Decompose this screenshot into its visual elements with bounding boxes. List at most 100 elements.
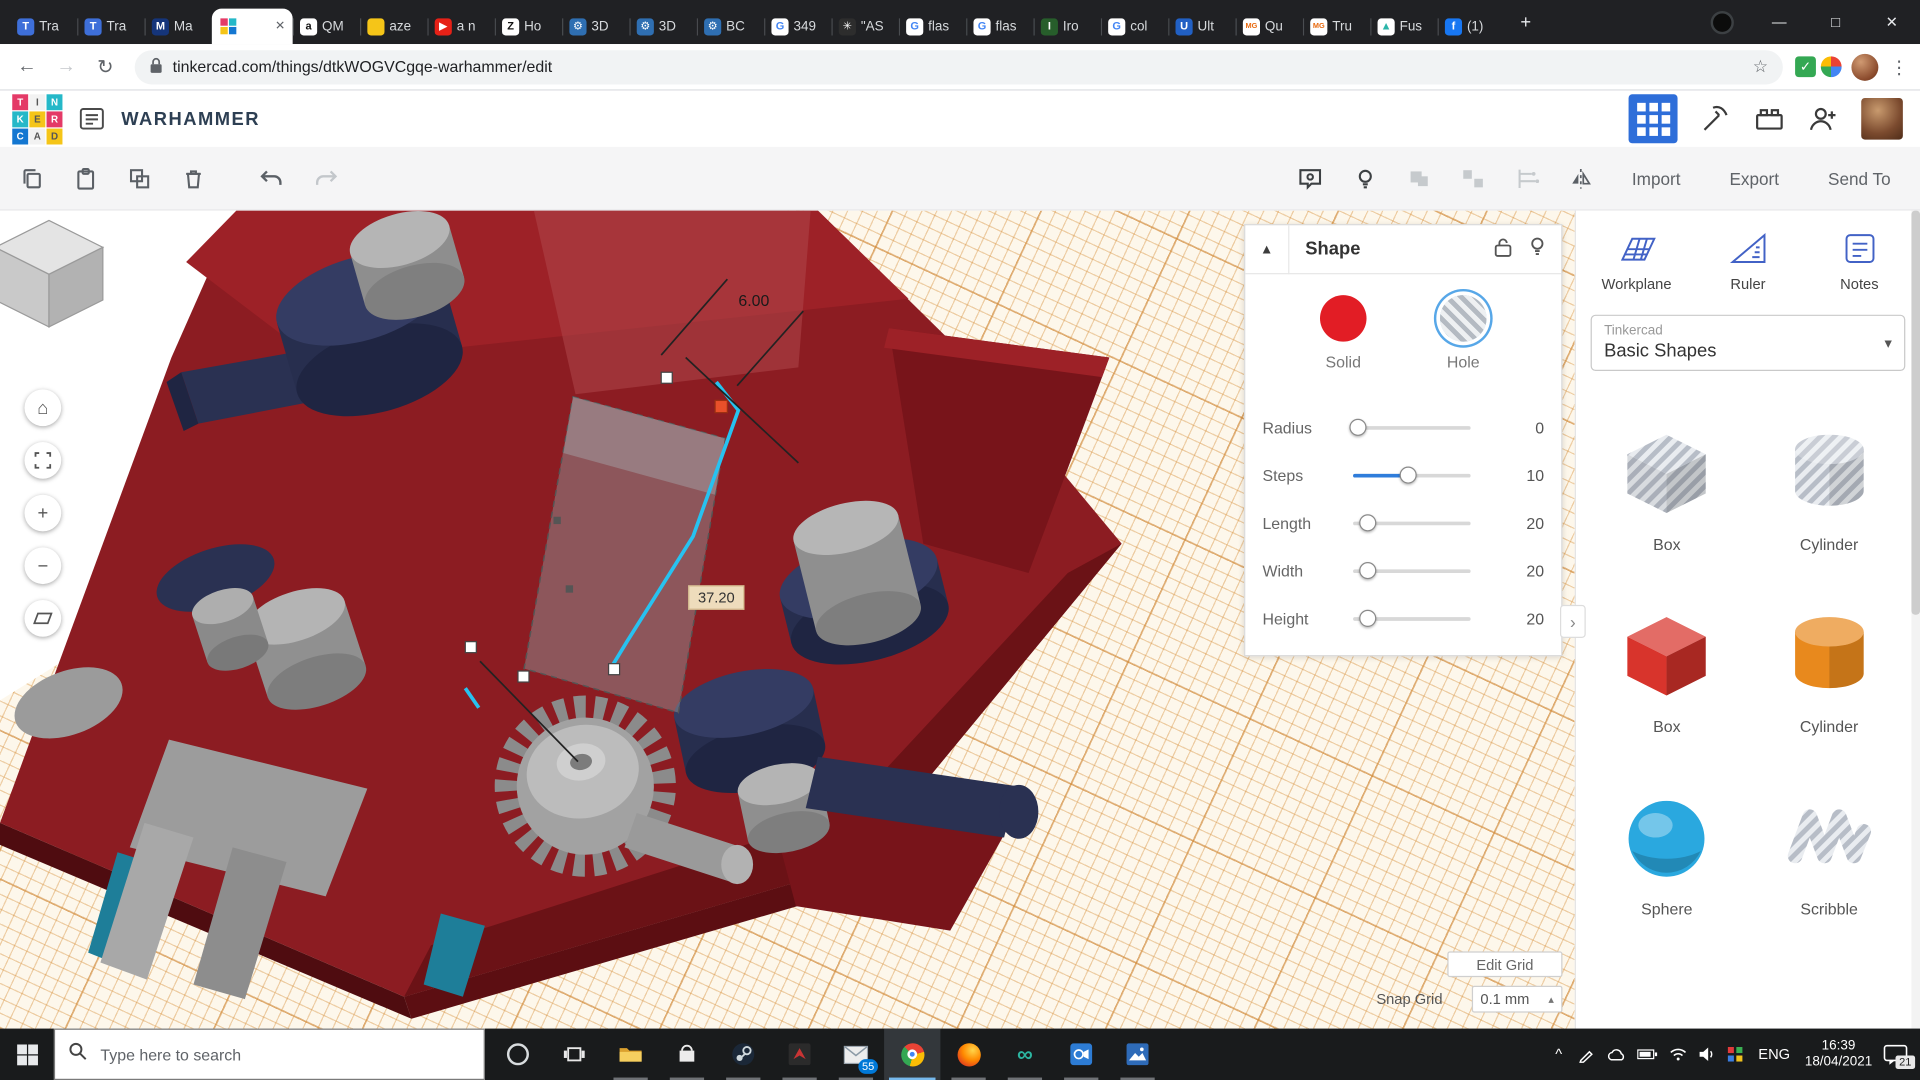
tab-strip-profile-icon[interactable] <box>1711 10 1734 33</box>
browser-tab[interactable]: MGTru <box>1303 9 1370 45</box>
tool-notes[interactable]: Notes <box>1807 230 1912 292</box>
slider-track[interactable] <box>1353 569 1471 573</box>
browser-tab[interactable]: ▶a n <box>427 9 494 45</box>
start-button[interactable] <box>0 1029 54 1080</box>
fit-view-button[interactable] <box>24 442 61 479</box>
shape-tile-hole-box[interactable]: Box <box>1615 420 1718 553</box>
browser-tab[interactable]: MMa <box>144 9 211 45</box>
shape-tile-box[interactable]: Box <box>1615 602 1718 735</box>
browser-tab-active[interactable]: ✕ <box>212 9 293 45</box>
bookmark-star-icon[interactable]: ☆ <box>1753 56 1768 77</box>
browser-tab[interactable]: G349 <box>764 9 831 45</box>
browser-tab[interactable]: ZHo <box>495 9 562 45</box>
delete-icon[interactable] <box>181 166 205 190</box>
wifi-icon[interactable] <box>1669 1047 1687 1062</box>
extension-pinwheel-icon[interactable] <box>1821 56 1842 77</box>
browser-tab[interactable]: Gcol <box>1101 9 1168 45</box>
paste-icon[interactable] <box>73 166 97 190</box>
slider-track[interactable] <box>1353 426 1471 430</box>
view-cube[interactable] <box>0 211 105 335</box>
action-center-icon[interactable]: 21 <box>1883 1043 1910 1065</box>
taskbar-loop[interactable]: ∞ <box>997 1029 1053 1080</box>
slider-track[interactable] <box>1353 473 1471 477</box>
slider-handle[interactable] <box>1400 467 1417 484</box>
shape-tile-hole-cylinder[interactable]: Cylinder <box>1778 420 1881 553</box>
close-button[interactable]: ✕ <box>1864 0 1920 44</box>
home-view-button[interactable]: ⌂ <box>24 389 61 426</box>
tray-chevron-icon[interactable]: ^ <box>1550 1046 1567 1063</box>
share-person-icon[interactable] <box>1807 104 1839 133</box>
ungroup-icon[interactable] <box>1460 166 1484 190</box>
browser-tab[interactable]: ⚙3D <box>562 9 629 45</box>
browser-tab[interactable]: aQM <box>293 9 360 45</box>
browser-tab[interactable]: TTra <box>10 9 77 45</box>
hole-option[interactable]: Hole <box>1440 295 1487 371</box>
browser-tab[interactable]: f(1) <box>1438 9 1505 45</box>
minecraft-pickaxe-icon[interactable] <box>1700 103 1732 135</box>
browser-tab[interactable]: ⚙3D <box>629 9 696 45</box>
design-title[interactable]: WARHAMMER <box>121 108 260 129</box>
browser-tab[interactable]: ✳"AS <box>831 9 898 45</box>
copy-icon[interactable] <box>20 166 44 190</box>
slider-handle[interactable] <box>1359 610 1376 627</box>
taskbar-chrome[interactable] <box>884 1029 940 1080</box>
duplicate-icon[interactable] <box>127 166 151 190</box>
slider-handle[interactable] <box>1359 514 1376 531</box>
minimize-button[interactable]: — <box>1751 0 1807 44</box>
flat-view-button[interactable] <box>24 600 61 637</box>
taskbar-store[interactable] <box>659 1029 715 1080</box>
taskbar-taskview[interactable] <box>546 1029 602 1080</box>
extension-check-icon[interactable]: ✓ <box>1795 56 1816 77</box>
back-icon[interactable]: ← <box>10 56 44 78</box>
browser-tab[interactable]: UUlt <box>1168 9 1235 45</box>
edit-grid-button[interactable]: Edit Grid <box>1447 951 1562 977</box>
shape-tile-sphere[interactable]: Sphere <box>1615 785 1718 918</box>
taskbar-explorer[interactable] <box>602 1029 658 1080</box>
taskbar-photos[interactable] <box>1109 1029 1165 1080</box>
taskbar-search-input[interactable] <box>98 1044 470 1065</box>
panel-collapse-chevron[interactable]: › <box>1560 605 1586 638</box>
taskbar-search[interactable] <box>54 1029 485 1080</box>
browser-tab[interactable]: Gflas <box>899 9 966 45</box>
slider-track[interactable] <box>1353 521 1471 525</box>
pen-icon[interactable] <box>1578 1046 1595 1062</box>
new-tab-button[interactable]: + <box>1510 6 1542 38</box>
align-icon[interactable] <box>1514 166 1538 190</box>
maximize-button[interactable]: □ <box>1807 0 1863 44</box>
undo-icon[interactable] <box>257 166 284 190</box>
browser-profile-avatar[interactable] <box>1851 53 1878 80</box>
browser-tab[interactable]: IIro <box>1033 9 1100 45</box>
slider-track[interactable] <box>1353 617 1471 621</box>
reload-icon[interactable]: ↻ <box>88 54 122 78</box>
zoom-out-button[interactable]: − <box>24 547 61 584</box>
taskbar-game[interactable] <box>771 1029 827 1080</box>
url-text[interactable]: tinkercad.com/things/dtkWOGVCgqe-warhamm… <box>173 58 1743 76</box>
dimension-length-field[interactable]: 37.20 <box>688 585 744 609</box>
lock-icon[interactable] <box>1494 236 1512 263</box>
bulb-icon[interactable] <box>1353 166 1377 190</box>
shape-tile-cylinder[interactable]: Cylinder <box>1778 602 1881 735</box>
tray-clock[interactable]: 16:39 18/04/2021 <box>1805 1038 1872 1070</box>
user-avatar[interactable] <box>1861 98 1903 140</box>
slider-handle[interactable] <box>1359 562 1376 579</box>
brick-export-icon[interactable] <box>1753 105 1785 132</box>
slider-handle[interactable] <box>1349 419 1366 436</box>
battery-icon[interactable] <box>1637 1048 1658 1060</box>
shape-library-select[interactable]: Tinkercad Basic Shapes ▾ <box>1591 315 1906 371</box>
tab-close-icon[interactable]: ✕ <box>275 20 285 33</box>
send-to-button[interactable]: Send To <box>1818 161 1900 195</box>
browser-tab[interactable]: aze <box>360 9 427 45</box>
export-button[interactable]: Export <box>1720 161 1789 195</box>
browser-tab[interactable]: TTra <box>77 9 144 45</box>
taskbar-firefox[interactable] <box>940 1029 996 1080</box>
tinkercad-logo[interactable]: TINKERCAD <box>12 94 62 144</box>
solid-option[interactable]: Solid <box>1320 295 1367 371</box>
omnibox[interactable]: tinkercad.com/things/dtkWOGVCgqe-warhamm… <box>135 50 1783 84</box>
snap-grid-select[interactable]: 0.1 mm ▴ <box>1472 986 1563 1013</box>
show-all-icon[interactable] <box>1296 166 1323 190</box>
language-indicator[interactable]: ENG <box>1755 1046 1794 1063</box>
sidebar-scrollbar[interactable] <box>1911 211 1920 1029</box>
volume-icon[interactable] <box>1698 1047 1715 1062</box>
browser-tab[interactable]: ▲Fus <box>1370 9 1437 45</box>
taskbar-movies[interactable] <box>1053 1029 1109 1080</box>
